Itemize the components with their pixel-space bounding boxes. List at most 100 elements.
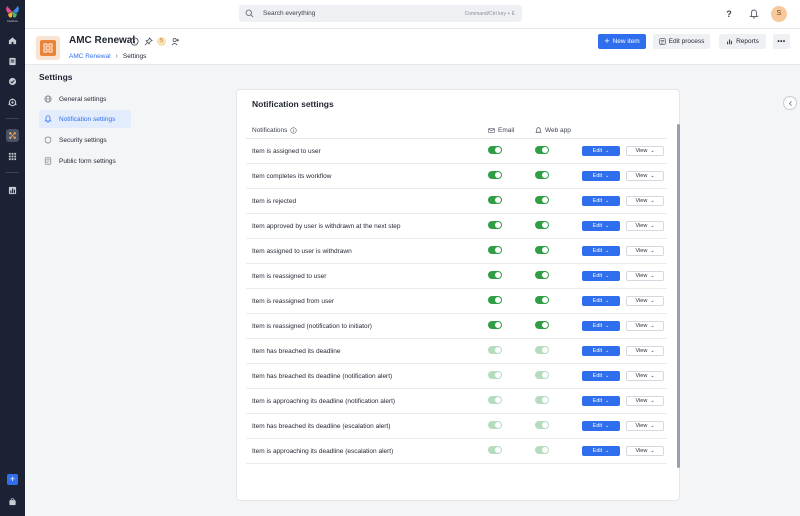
bag-icon[interactable] xyxy=(6,495,19,508)
view-button[interactable]: View ⌄ xyxy=(626,296,664,306)
view-button[interactable]: View ⌄ xyxy=(626,321,664,331)
view-button[interactable]: View ⌄ xyxy=(626,271,664,281)
email-toggle[interactable] xyxy=(488,271,502,279)
form-icon xyxy=(658,38,666,45)
email-toggle[interactable] xyxy=(488,221,502,229)
edit-button[interactable]: Edit ⌄ xyxy=(582,271,620,281)
web-app-toggle[interactable] xyxy=(535,321,549,329)
view-label: View xyxy=(635,423,648,429)
all-apps-icon[interactable] xyxy=(6,150,19,163)
edit-button[interactable]: Edit ⌄ xyxy=(582,246,620,256)
view-button[interactable]: View ⌄ xyxy=(626,221,664,231)
edit-button[interactable]: Edit ⌄ xyxy=(582,421,620,431)
edit-button[interactable]: Edit ⌄ xyxy=(582,196,620,206)
view-button[interactable]: View ⌄ xyxy=(626,421,664,431)
view-label: View xyxy=(635,398,648,404)
view-button[interactable]: View ⌄ xyxy=(626,246,664,256)
table-row: Item assigned to user is withdrawn Edit ⌄ V… xyxy=(246,239,667,264)
web-app-toggle[interactable] xyxy=(535,196,549,204)
panel-scrollbar[interactable] xyxy=(677,124,680,468)
tasks-icon[interactable] xyxy=(6,55,19,68)
analytics-icon[interactable] xyxy=(6,184,19,197)
reports-label: Reports xyxy=(736,38,759,45)
edit-button[interactable]: Edit ⌄ xyxy=(582,171,620,181)
avatar[interactable]: S xyxy=(771,6,787,22)
web-app-toggle[interactable] xyxy=(535,221,549,229)
edit-button[interactable]: Edit ⌄ xyxy=(582,321,620,331)
info-icon[interactable] xyxy=(290,127,298,134)
view-button[interactable]: View ⌄ xyxy=(626,446,664,456)
edit-button[interactable]: Edit ⌄ xyxy=(582,396,620,406)
table-row: Item approved by user is withdrawn at th… xyxy=(246,214,667,239)
email-toggle[interactable] xyxy=(488,396,502,404)
home-icon[interactable] xyxy=(6,34,19,47)
view-label: View xyxy=(635,148,648,154)
web-app-toggle[interactable] xyxy=(535,446,549,454)
view-button[interactable]: View ⌄ xyxy=(626,171,664,181)
web-app-toggle[interactable] xyxy=(535,396,549,404)
web-app-toggle[interactable] xyxy=(535,421,549,429)
chevron-down-icon: ⌄ xyxy=(650,173,655,179)
view-button[interactable]: View ⌄ xyxy=(626,196,664,206)
new-item-button[interactable]: + New item xyxy=(598,34,646,49)
more-options-button[interactable]: ••• xyxy=(773,34,790,49)
edit-button[interactable]: Edit ⌄ xyxy=(582,146,620,156)
sidebar-item-public-form-settings[interactable]: Public form settings xyxy=(39,152,131,170)
email-toggle[interactable] xyxy=(488,146,502,154)
reports-button[interactable]: Reports xyxy=(719,34,766,49)
notification-badge[interactable]: 5 xyxy=(157,36,166,46)
email-toggle[interactable] xyxy=(488,346,502,354)
view-label: View xyxy=(635,223,648,229)
add-user-icon[interactable] xyxy=(170,36,180,46)
edit-button[interactable]: Edit ⌄ xyxy=(582,446,620,456)
breadcrumb-process-link[interactable]: AMC Renewal xyxy=(69,53,111,60)
web-app-toggle[interactable] xyxy=(535,371,549,379)
sidebar-item-security-settings[interactable]: Security settings xyxy=(39,131,131,149)
apps-grid-icon[interactable] xyxy=(6,129,19,142)
panel-title: Notification settings xyxy=(252,99,334,109)
help-icon[interactable]: ? xyxy=(723,8,735,20)
view-button[interactable]: View ⌄ xyxy=(626,146,664,156)
email-toggle[interactable] xyxy=(488,321,502,329)
search-input[interactable]: Search everything Command/Ctrl key + E xyxy=(239,5,522,22)
edit-process-button[interactable]: Edit process xyxy=(653,34,710,49)
email-toggle[interactable] xyxy=(488,196,502,204)
add-icon[interactable]: + xyxy=(7,474,18,485)
view-button[interactable]: View ⌄ xyxy=(626,371,664,381)
web-app-toggle[interactable] xyxy=(535,346,549,354)
edit-button[interactable]: Edit ⌄ xyxy=(582,346,620,356)
chat-icon[interactable] xyxy=(6,75,19,88)
sidebar-item-general-settings[interactable]: General settings xyxy=(39,90,131,108)
view-label: View xyxy=(635,198,648,204)
edit-button[interactable]: Edit ⌄ xyxy=(582,221,620,231)
edit-button[interactable]: Edit ⌄ xyxy=(582,296,620,306)
collapse-panel-button[interactable] xyxy=(783,96,797,110)
web-app-toggle[interactable] xyxy=(535,146,549,154)
email-toggle[interactable] xyxy=(488,446,502,454)
email-toggle[interactable] xyxy=(488,171,502,179)
info-icon[interactable] xyxy=(129,36,139,46)
breadcrumb: AMC Renewal › Settings xyxy=(69,53,146,60)
email-toggle[interactable] xyxy=(488,421,502,429)
bell-icon xyxy=(535,127,542,133)
chevron-down-icon: ⌄ xyxy=(650,273,655,279)
web-app-toggle[interactable] xyxy=(535,271,549,279)
email-toggle[interactable] xyxy=(488,246,502,254)
edit-button[interactable]: Edit ⌄ xyxy=(582,371,620,381)
sidebar-item-notification-settings[interactable]: Notification settings xyxy=(39,110,131,128)
notification-label: Item has breached its deadline (escalati… xyxy=(252,423,391,430)
pin-icon[interactable] xyxy=(143,36,153,46)
view-button[interactable]: View ⌄ xyxy=(626,346,664,356)
email-toggle[interactable] xyxy=(488,371,502,379)
community-icon[interactable] xyxy=(6,96,19,109)
view-button[interactable]: View ⌄ xyxy=(626,396,664,406)
edit-label: Edit xyxy=(592,373,603,379)
table-row: Item is assigned to user Edit ⌄ View ⌄ xyxy=(246,139,667,164)
bell-icon[interactable] xyxy=(748,8,760,20)
web-app-toggle[interactable] xyxy=(535,171,549,179)
sidebar-item-label: Notification settings xyxy=(59,115,116,123)
edit-label: Edit xyxy=(592,173,603,179)
web-app-toggle[interactable] xyxy=(535,296,549,304)
web-app-toggle[interactable] xyxy=(535,246,549,254)
email-toggle[interactable] xyxy=(488,296,502,304)
